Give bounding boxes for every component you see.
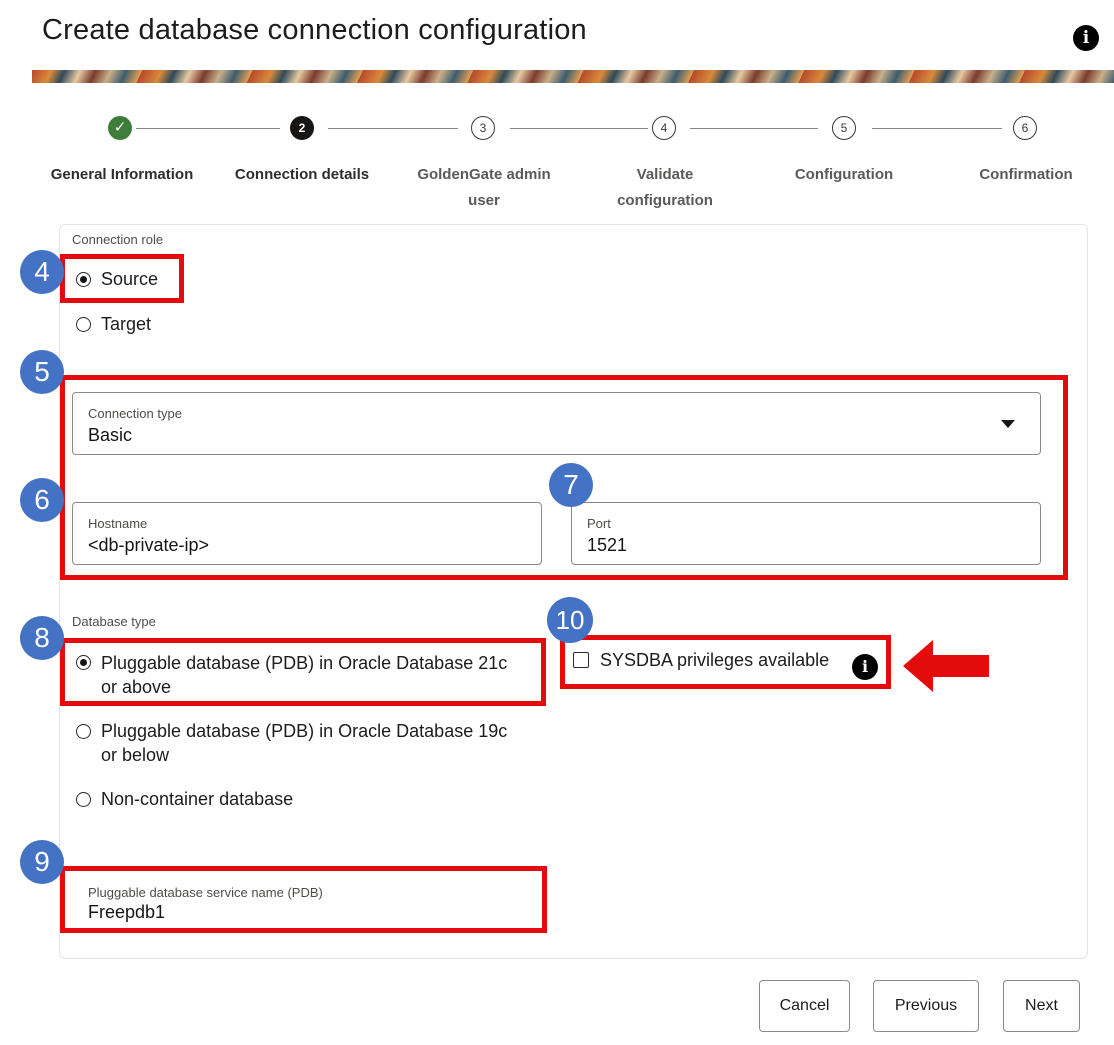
step-label-connection-details[interactable]: Connection details (222, 162, 382, 188)
annotation-badge-8: 8 (20, 616, 64, 660)
annotation-badge-6: 6 (20, 478, 64, 522)
database-type-label: Database type (72, 614, 156, 629)
step-connector (328, 128, 458, 129)
info-icon[interactable]: i (1073, 25, 1099, 51)
connection-role-label: Connection role (72, 232, 164, 247)
non-container-radio-label[interactable]: Non-container database (101, 787, 293, 811)
step-6-indicator[interactable]: 6 (1013, 116, 1037, 140)
step-1-check-icon[interactable]: ✓ (108, 116, 132, 140)
step-label-confirmation: Confirmation (979, 166, 1073, 183)
step-connector (136, 128, 280, 129)
pdb-19c-radio-label[interactable]: Pluggable database (PDB) in Oracle Datab… (101, 719, 507, 767)
non-container-radio[interactable] (76, 792, 91, 807)
target-radio-label[interactable]: Target (101, 312, 151, 336)
next-button[interactable]: Next (1003, 980, 1080, 1032)
previous-button[interactable]: Previous (873, 980, 979, 1032)
step-label-goldengate-admin-user: GoldenGate admin user (417, 166, 551, 209)
highlight-sysdba (560, 635, 891, 689)
page-title: Create database connection configuration (42, 14, 587, 46)
step-4-indicator[interactable]: 4 (652, 116, 676, 140)
annotation-badge-5: 5 (20, 350, 64, 394)
step-5-indicator[interactable]: 5 (832, 116, 856, 140)
step-connector (510, 128, 648, 129)
annotation-badge-9: 9 (20, 840, 64, 884)
pdb-19c-radio[interactable] (76, 724, 91, 739)
step-label-validate-configuration: Validate configuration (617, 166, 713, 209)
target-radio[interactable] (76, 317, 91, 332)
step-connector (872, 128, 1002, 129)
highlight-source (60, 254, 184, 303)
decorative-banner (32, 70, 1114, 83)
cancel-button[interactable]: Cancel (759, 980, 850, 1032)
red-arrow-icon (903, 640, 989, 692)
form-card (59, 224, 1088, 959)
annotation-badge-4: 4 (20, 250, 64, 294)
step-label-configuration: Configuration (794, 166, 894, 183)
step-label-general-information[interactable]: General Information (32, 162, 212, 188)
highlight-pdb-service (60, 866, 547, 933)
step-3-indicator[interactable]: 3 (471, 116, 495, 140)
highlight-database-type (60, 638, 546, 706)
step-connector (690, 128, 818, 129)
annotation-badge-10: 10 (547, 597, 593, 643)
annotation-badge-7: 7 (549, 463, 593, 507)
pdb-19c-line2: or below (101, 745, 170, 765)
step-2-indicator[interactable]: 2 (290, 116, 314, 140)
pdb-19c-line1: Pluggable database (PDB) in Oracle Datab… (101, 721, 508, 741)
